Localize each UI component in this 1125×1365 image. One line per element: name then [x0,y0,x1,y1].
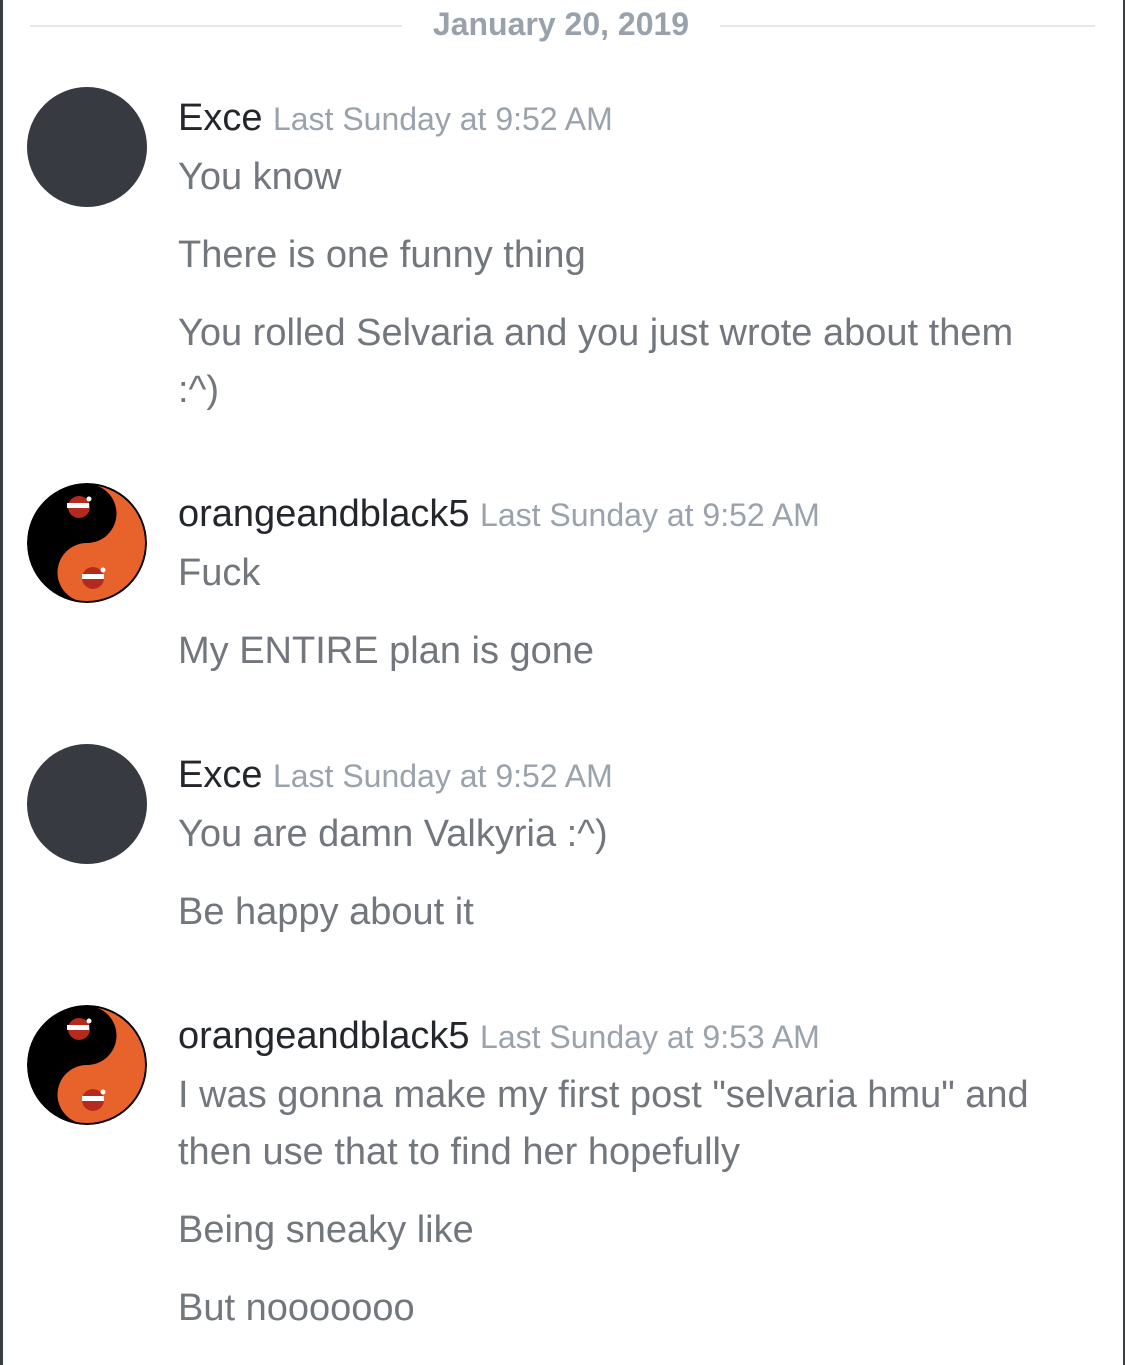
yin-yang-icon [27,1005,147,1125]
divider-date: January 20, 2019 [432,6,690,42]
avatar[interactable] [27,483,147,603]
message-header: Exce Last Sunday at 9:52 AM [178,754,613,797]
divider-line-right [720,25,1095,27]
username[interactable]: orangeandblack5 [178,493,470,535]
message-lines: Fuck My ENTIRE plan is gone [178,545,1058,701]
message-text: Be happy about it [178,891,474,933]
left-edge [0,0,3,1365]
message-text: You know [178,156,342,198]
timestamp: Last Sunday at 9:52 AM [480,497,820,533]
message-text: My ENTIRE plan is gone [178,630,595,672]
message-lines: You know There is one funny thing You ro… [178,149,1058,440]
message-text: Being sneaky like [178,1209,474,1251]
message-text: But nooooooo [178,1287,415,1329]
message-lines: You are damn Valkyria :^) Be happy about… [178,806,1058,962]
avatar[interactable] [27,1005,147,1125]
timestamp: Last Sunday at 9:52 AM [272,101,613,137]
message-header: orangeandblack5 Last Sunday at 9:53 AM [178,1015,820,1058]
avatar[interactable] [27,744,147,864]
date-divider: January 20, 2019 [30,0,1095,54]
username[interactable]: orangeandblack5 [178,1015,470,1057]
message-header: Exce Last Sunday at 9:52 AM [178,97,613,140]
username[interactable]: Exce [178,97,262,139]
yin-yang-icon [27,483,147,603]
message-text: I was gonna make my first post "selvaria… [178,1074,1029,1173]
message-text: Fuck [178,552,261,594]
message-text: You are damn Valkyria :^) [178,813,608,855]
avatar[interactable] [27,87,147,207]
username[interactable]: Exce [178,754,262,796]
message-text: There is one funny thing [178,234,586,276]
message-text: You rolled Selvaria and you just wrote a… [178,312,1014,411]
divider-line-left [30,25,402,27]
timestamp: Last Sunday at 9:53 AM [480,1019,820,1055]
message-header: orangeandblack5 Last Sunday at 9:52 AM [178,493,820,536]
timestamp: Last Sunday at 9:52 AM [272,758,613,794]
message-lines: I was gonna make my first post "selvaria… [178,1067,1058,1358]
